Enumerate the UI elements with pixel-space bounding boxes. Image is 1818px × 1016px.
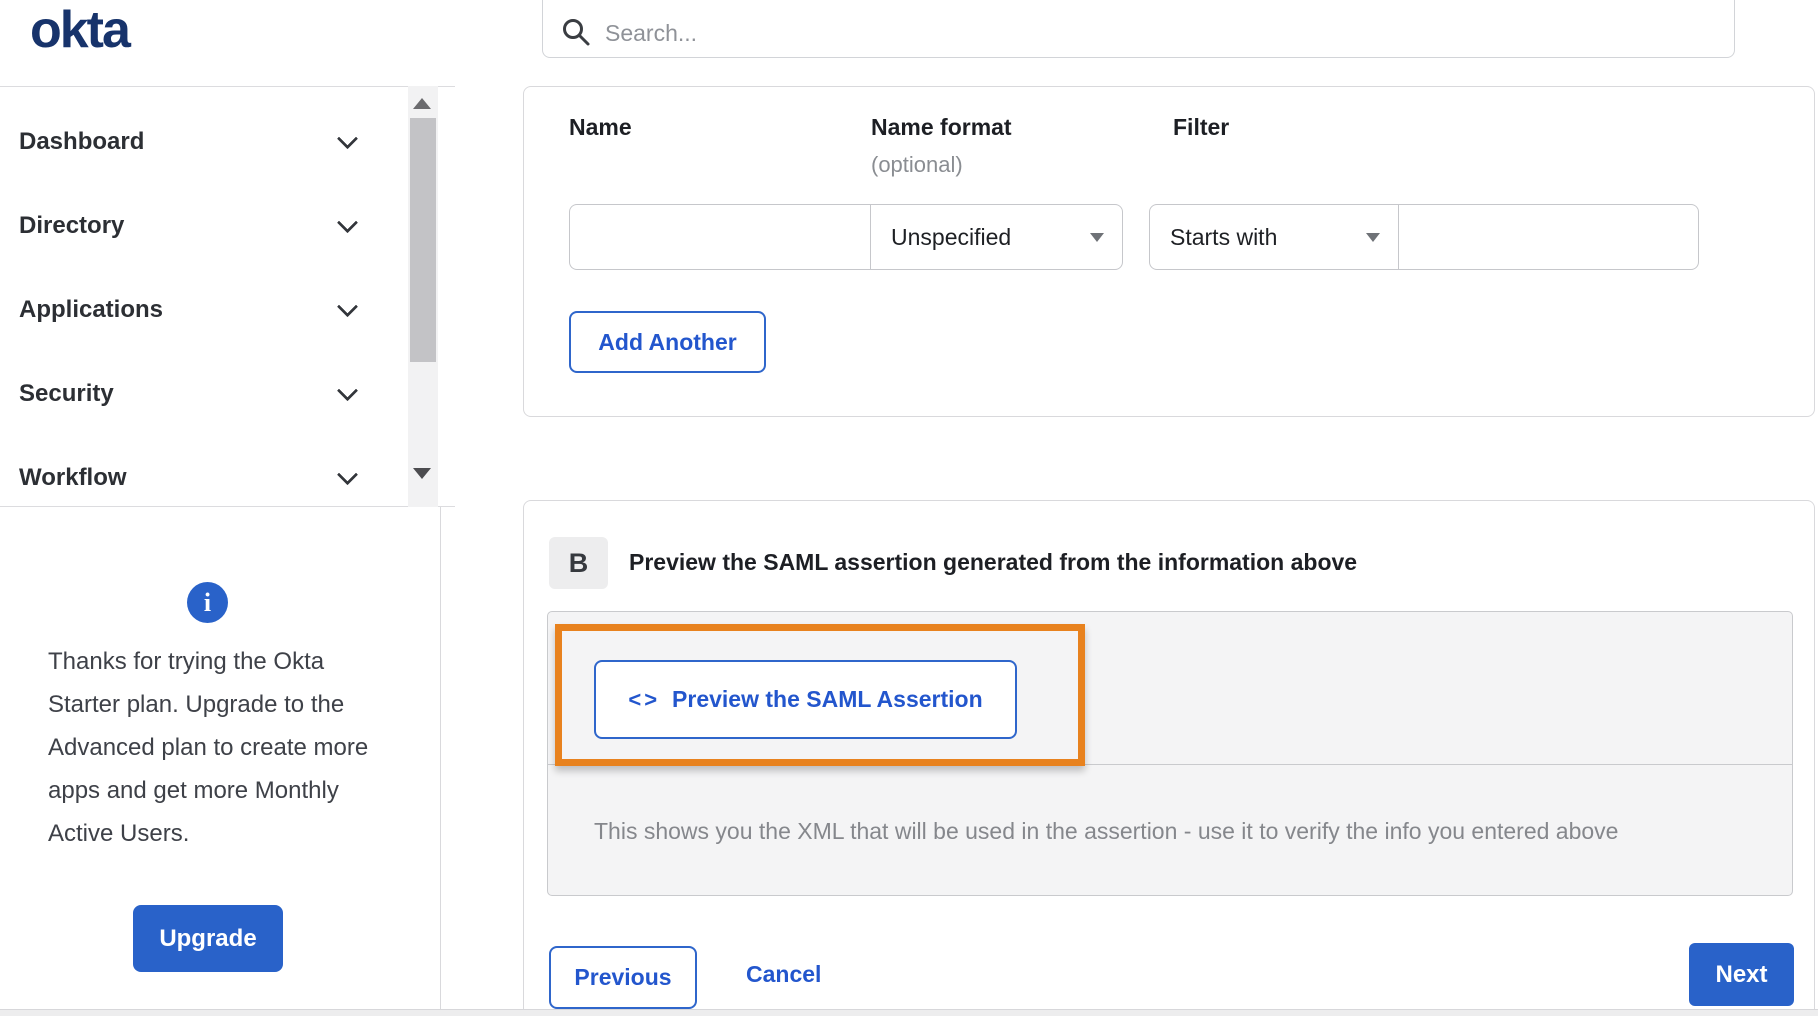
- scrollbar-down-arrow-icon[interactable]: [413, 468, 431, 479]
- search-input[interactable]: [605, 20, 1605, 47]
- preview-button-area: <> Preview the SAML Assertion: [548, 612, 1792, 766]
- add-another-button[interactable]: Add Another: [569, 311, 766, 373]
- sidebar-scrollbar-thumb[interactable]: [410, 118, 436, 362]
- sidebar-item-dashboard[interactable]: Dashboard: [0, 100, 455, 184]
- filter-column-label: Filter: [1173, 114, 1230, 140]
- filter-group: Starts with: [1149, 204, 1699, 270]
- sidebar-item-label: Security: [19, 380, 114, 407]
- sidebar-item-applications[interactable]: Applications: [0, 268, 455, 352]
- sidebar-item-label: Dashboard: [19, 128, 145, 155]
- okta-logo: okta: [30, 1, 131, 59]
- filter-type-dropdown[interactable]: Starts with: [1149, 204, 1399, 270]
- sidebar-item-label: Directory: [19, 212, 125, 239]
- attribute-row: Unspecified Starts with: [569, 204, 1779, 270]
- preview-section-heading: Preview the SAML assertion generated fro…: [629, 549, 1358, 575]
- name-format-optional-note: (optional): [871, 152, 963, 177]
- global-search[interactable]: [542, 0, 1735, 58]
- name-column-label: Name: [569, 114, 632, 140]
- sidebar-item-security[interactable]: Security: [0, 352, 455, 436]
- preview-help-area: This shows you the XML that will be used…: [548, 766, 1792, 896]
- name-format-column-label: Name format: [871, 114, 1012, 140]
- dropdown-caret-icon: [1090, 232, 1104, 242]
- cancel-link[interactable]: Cancel: [746, 961, 821, 988]
- info-icon: i: [187, 582, 228, 623]
- attribute-name-input[interactable]: [569, 204, 870, 270]
- attribute-statements-card: Name Name format (optional) Filter Unspe…: [523, 86, 1815, 417]
- upgrade-button[interactable]: Upgrade: [133, 905, 283, 972]
- filter-value-input[interactable]: [1399, 204, 1699, 270]
- previous-button[interactable]: Previous: [549, 946, 697, 1009]
- filter-type-selected-value: Starts with: [1170, 223, 1278, 250]
- preview-saml-assertion-button[interactable]: <> Preview the SAML Assertion: [594, 660, 1017, 739]
- name-and-format-group: Unspecified: [569, 204, 1123, 270]
- sidebar-item-workflow[interactable]: Workflow: [0, 436, 455, 506]
- next-button[interactable]: Next: [1689, 943, 1794, 1006]
- chevron-down-icon: [336, 464, 359, 486]
- dropdown-caret-icon: [1366, 232, 1380, 242]
- preview-help-text: This shows you the XML that will be used…: [594, 817, 1619, 844]
- scrollbar-up-arrow-icon[interactable]: [413, 98, 431, 109]
- chevron-down-icon: [336, 128, 359, 150]
- chevron-down-icon: [336, 380, 359, 402]
- name-format-dropdown[interactable]: Unspecified: [870, 204, 1123, 270]
- code-brackets-icon: <>: [628, 686, 661, 712]
- sidebar-nav: Dashboard Directory Applications Securit…: [0, 86, 455, 507]
- okta-admin-console: okta Dashboard Directory Applications Se…: [0, 0, 1818, 1016]
- upgrade-panel: i Thanks for trying the Okta Starter pla…: [0, 507, 441, 1016]
- sidebar-item-directory[interactable]: Directory: [0, 184, 455, 268]
- step-b-badge: B: [549, 537, 608, 589]
- horizontal-scrollbar-strip[interactable]: [0, 1009, 1818, 1016]
- chevron-down-icon: [336, 296, 359, 318]
- search-icon: [563, 19, 590, 46]
- sidebar-item-label: Applications: [19, 296, 164, 323]
- preview-button-label: Preview the SAML Assertion: [672, 686, 983, 712]
- name-format-selected-value: Unspecified: [891, 223, 1012, 250]
- chevron-down-icon: [336, 212, 359, 234]
- sidebar-item-label: Workflow: [19, 464, 127, 491]
- preview-panel: <> Preview the SAML Assertion This shows…: [547, 611, 1793, 896]
- upgrade-message: Thanks for trying the Okta Starter plan.…: [48, 648, 369, 847]
- preview-saml-card: B Preview the SAML assertion generated f…: [523, 500, 1815, 1016]
